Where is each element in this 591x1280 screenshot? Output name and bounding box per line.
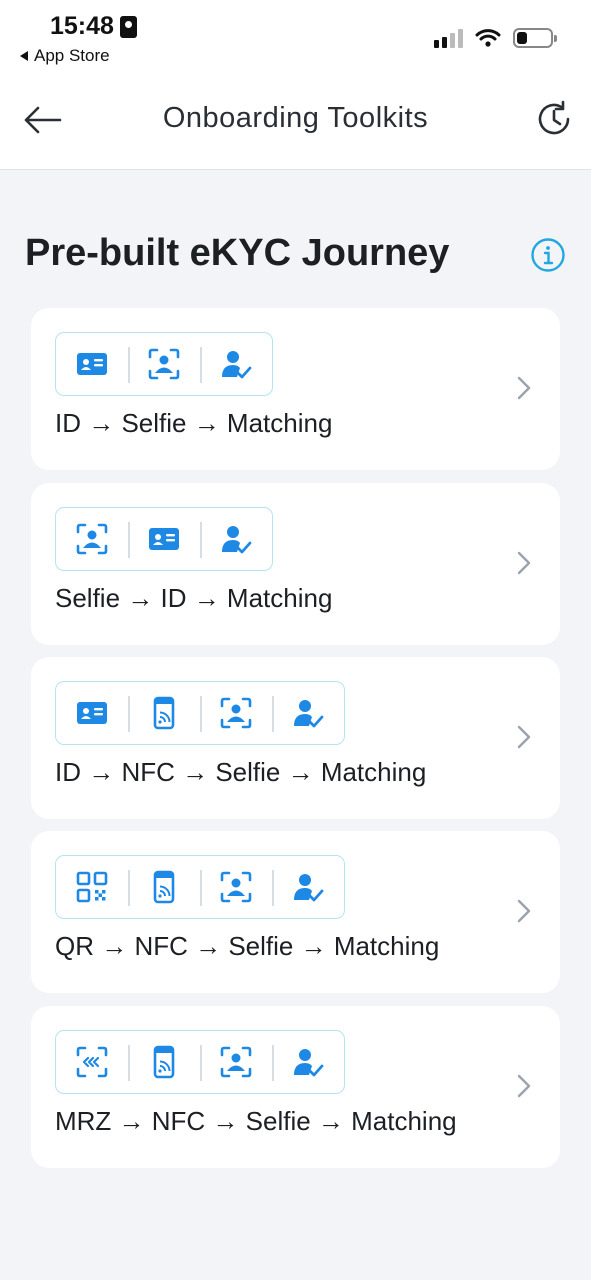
nfc-phone-icon bbox=[153, 870, 175, 904]
journey-icon-strip bbox=[55, 681, 345, 745]
id-card-icon bbox=[77, 353, 107, 375]
journey-step bbox=[272, 856, 344, 918]
journey-step bbox=[56, 333, 128, 395]
journey-card[interactable]: QR → NFC → Selfie → Matching bbox=[31, 831, 560, 993]
journey-card[interactable]: Selfie → ID → Matching bbox=[31, 483, 560, 645]
info-icon[interactable] bbox=[530, 237, 566, 273]
back-triangle-icon bbox=[20, 51, 28, 61]
user-check-icon bbox=[294, 874, 324, 902]
selfie-scan-icon bbox=[220, 871, 252, 903]
journey-step bbox=[128, 682, 200, 744]
selfie-scan-icon bbox=[76, 523, 108, 555]
journey-card[interactable]: ID → NFC → Selfie → Matching bbox=[31, 657, 560, 819]
wifi-icon bbox=[475, 29, 501, 47]
chevron-right-icon bbox=[517, 376, 531, 400]
page-title: Onboarding Toolkits bbox=[162, 102, 429, 134]
status-time: 15:48 bbox=[50, 12, 137, 41]
journey-step bbox=[128, 1031, 200, 1093]
journey-step bbox=[200, 1031, 272, 1093]
section-title: Pre-built eKYC Journey bbox=[25, 232, 450, 274]
journey-label: Selfie → ID → Matching bbox=[55, 583, 333, 613]
journey-label: ID → NFC → Selfie → Matching bbox=[55, 757, 427, 787]
cellular-signal-icon bbox=[434, 28, 463, 48]
user-check-icon bbox=[222, 526, 252, 554]
selfie-scan-icon bbox=[220, 1046, 252, 1078]
nfc-phone-icon bbox=[153, 696, 175, 730]
journey-step bbox=[56, 856, 128, 918]
navigation-bar: Onboarding Toolkits bbox=[0, 70, 591, 170]
journey-step bbox=[128, 508, 200, 570]
user-check-icon bbox=[222, 351, 252, 379]
journey-step bbox=[200, 508, 272, 570]
back-app-label: App Store bbox=[34, 46, 110, 65]
journey-step bbox=[56, 682, 128, 744]
journey-step bbox=[200, 682, 272, 744]
selfie-scan-icon bbox=[148, 348, 180, 380]
journey-icon-strip bbox=[55, 507, 273, 571]
journey-step bbox=[200, 856, 272, 918]
chevron-right-icon bbox=[517, 551, 531, 575]
back-to-app-store-link[interactable]: App Store bbox=[20, 46, 110, 66]
journey-icon-strip bbox=[55, 1030, 345, 1094]
mrz-scan-icon bbox=[76, 1046, 108, 1078]
journey-label: ID → Selfie → Matching bbox=[55, 408, 333, 438]
journey-step bbox=[56, 1031, 128, 1093]
status-bar: 15:48 App Store bbox=[0, 0, 591, 70]
contact-badge-icon bbox=[119, 15, 137, 38]
journey-step bbox=[272, 682, 344, 744]
system-icons bbox=[434, 28, 557, 48]
id-card-icon bbox=[149, 528, 179, 550]
qr-code-icon bbox=[76, 871, 108, 903]
user-check-icon bbox=[294, 700, 324, 728]
journey-step bbox=[56, 508, 128, 570]
journey-label: QR → NFC → Selfie → Matching bbox=[55, 931, 440, 961]
journey-step bbox=[200, 333, 272, 395]
journey-step bbox=[128, 856, 200, 918]
journey-icon-strip bbox=[55, 855, 345, 919]
nfc-phone-icon bbox=[153, 1045, 175, 1079]
selfie-scan-icon bbox=[220, 697, 252, 729]
id-card-icon bbox=[77, 702, 107, 724]
journey-card[interactable]: MRZ → NFC → Selfie → Matching bbox=[31, 1006, 560, 1168]
journey-step bbox=[128, 333, 200, 395]
battery-icon bbox=[513, 28, 557, 48]
journey-icon-strip bbox=[55, 332, 273, 396]
journey-step bbox=[272, 1031, 344, 1093]
journey-card[interactable]: ID → Selfie → Matching bbox=[31, 308, 560, 470]
chevron-right-icon bbox=[517, 899, 531, 923]
history-icon[interactable] bbox=[535, 100, 573, 138]
clock-text: 15:48 bbox=[50, 12, 114, 40]
chevron-right-icon bbox=[517, 1074, 531, 1098]
user-check-icon bbox=[294, 1049, 324, 1077]
chevron-right-icon bbox=[517, 725, 531, 749]
journey-label: MRZ → NFC → Selfie → Matching bbox=[55, 1106, 457, 1136]
